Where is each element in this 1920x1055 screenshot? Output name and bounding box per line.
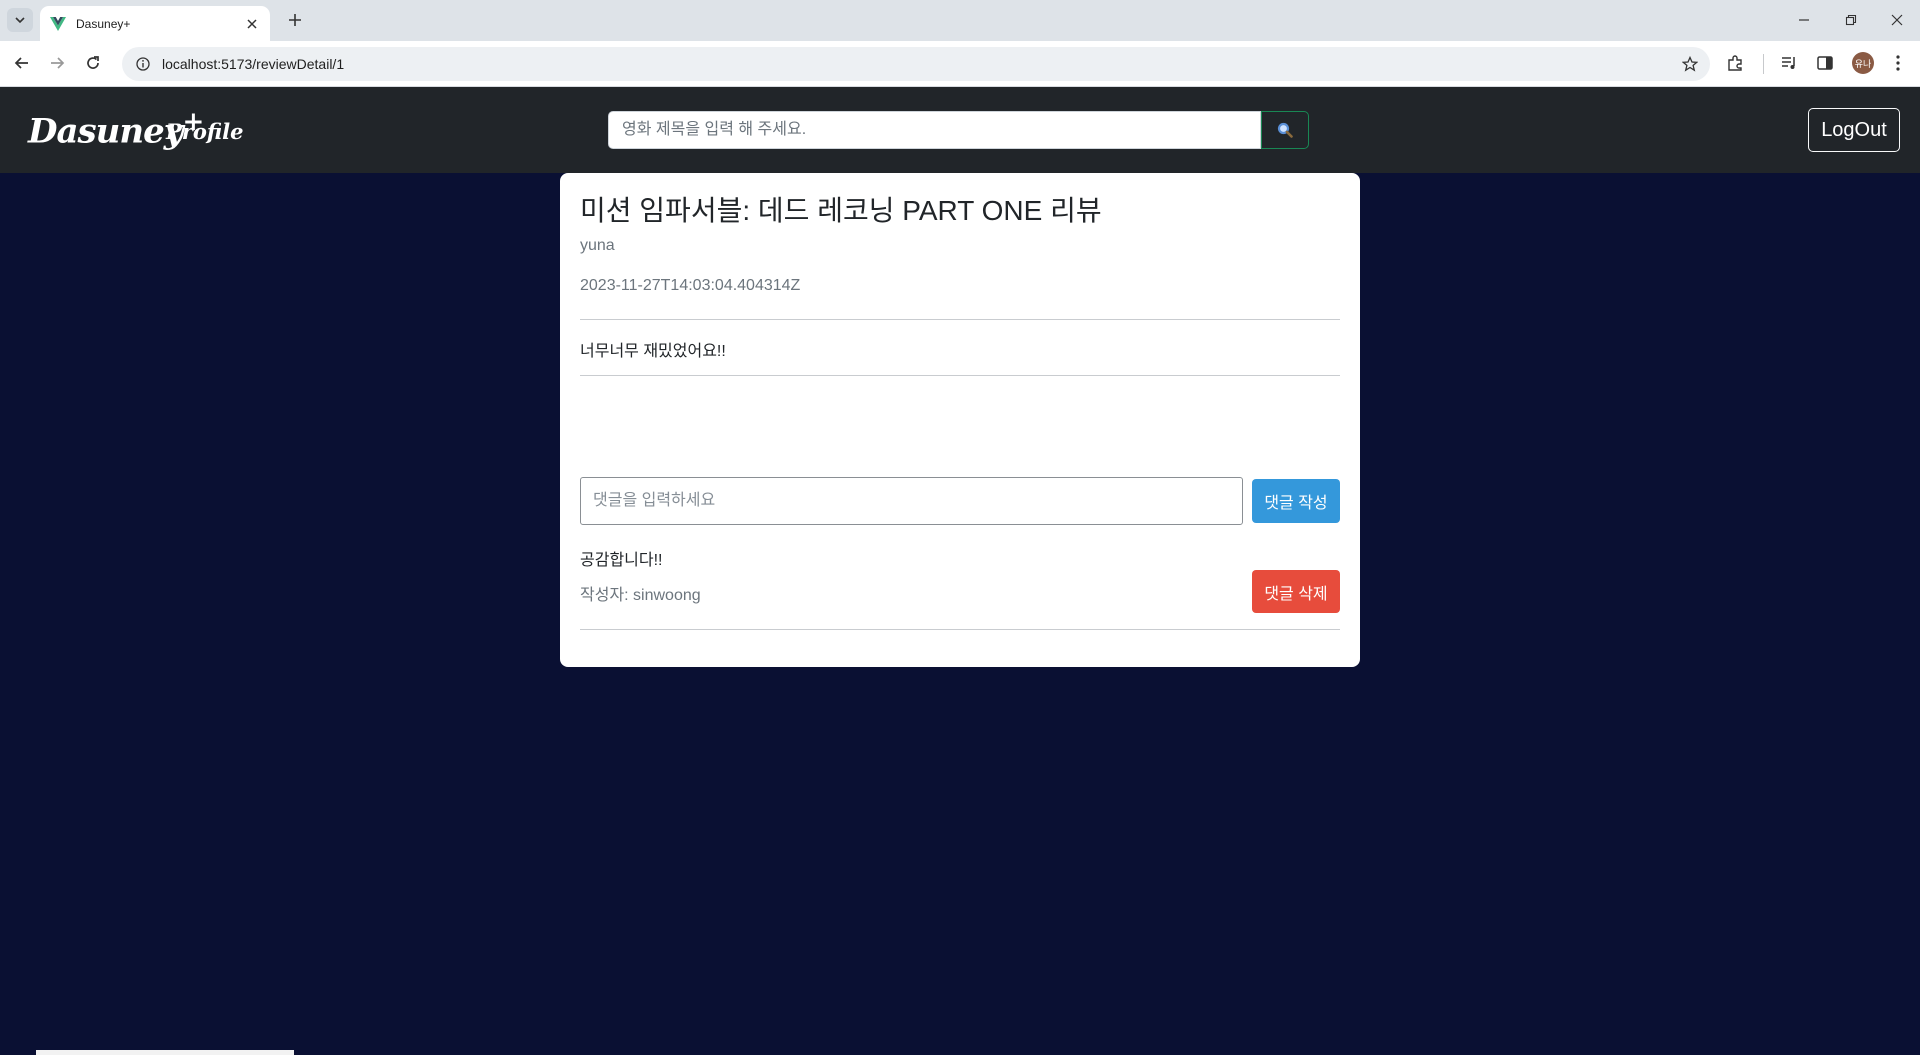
comment-author: 작성자: sinwoong	[580, 587, 701, 604]
url-text[interactable]: localhost:5173/reviewDetail/1	[162, 56, 344, 72]
window-close-button[interactable]	[1884, 8, 1910, 32]
comment-delete-button[interactable]: 댓글 삭제	[1252, 570, 1340, 613]
logo-text: Dasuney	[28, 111, 183, 152]
review-content: 너무너무 재밌었어요!!	[580, 343, 726, 360]
minimize-icon	[1799, 19, 1809, 21]
tab-search-button[interactable]	[7, 8, 33, 32]
chevron-down-icon	[15, 17, 25, 24]
profile-avatar[interactable]: 유나	[1852, 52, 1874, 74]
search-icon	[1277, 122, 1293, 138]
app-navbar: Dasuney+ Profile LogOut	[0, 87, 1920, 173]
review-author: yuna	[580, 237, 615, 254]
bottom-bar	[36, 1050, 294, 1055]
divider	[580, 375, 1340, 376]
movie-search-input[interactable]	[608, 111, 1261, 149]
media-control-icon[interactable]	[1777, 51, 1801, 75]
vue-logo-icon	[50, 16, 66, 32]
back-button[interactable]	[9, 50, 35, 76]
forward-button[interactable]	[44, 50, 70, 76]
review-date: 2023-11-27T14:03:04.404314Z	[580, 277, 801, 294]
restore-icon	[1845, 14, 1857, 26]
review-title: 미션 임파서블: 데드 레코닝 PART ONE 리뷰	[580, 195, 1102, 226]
search-button[interactable]	[1261, 111, 1309, 149]
arrow-right-icon	[51, 57, 65, 69]
divider	[580, 629, 1340, 630]
browser-tab-active[interactable]: Dasuney+	[40, 6, 270, 41]
minimize-button[interactable]	[1791, 8, 1817, 32]
browser-toolbar: localhost:5173/reviewDetail/1 유나	[0, 41, 1920, 87]
browser-tabbar: Dasuney+	[0, 0, 1920, 41]
review-detail-card: 미션 임파서블: 데드 레코닝 PART ONE 리뷰 yuna 2023-11…	[560, 173, 1360, 667]
arrow-left-icon	[14, 57, 28, 69]
comment-input[interactable]	[580, 477, 1243, 525]
reload-button[interactable]	[80, 50, 106, 76]
comment-submit-button[interactable]: 댓글 작성	[1252, 479, 1340, 523]
toolbar-divider	[1763, 54, 1764, 74]
address-bar[interactable]: localhost:5173/reviewDetail/1	[122, 47, 1710, 81]
new-tab-button[interactable]	[282, 8, 308, 32]
comment-text: 공감합니다!!	[580, 552, 663, 569]
reload-icon	[87, 56, 99, 69]
plus-icon	[289, 14, 301, 26]
restore-button[interactable]	[1838, 8, 1864, 32]
divider	[580, 319, 1340, 320]
menu-dots-icon[interactable]	[1886, 51, 1910, 75]
close-icon[interactable]	[244, 16, 260, 32]
bookmark-star-icon[interactable]	[1680, 54, 1700, 74]
info-icon[interactable]	[136, 57, 150, 71]
logout-button[interactable]: LogOut	[1808, 108, 1900, 152]
close-icon	[1891, 14, 1903, 26]
extensions-icon[interactable]	[1723, 51, 1747, 75]
tab-title: Dasuney+	[76, 16, 131, 31]
nav-profile-link[interactable]: Profile	[166, 119, 243, 144]
side-panel-icon[interactable]	[1813, 51, 1837, 75]
